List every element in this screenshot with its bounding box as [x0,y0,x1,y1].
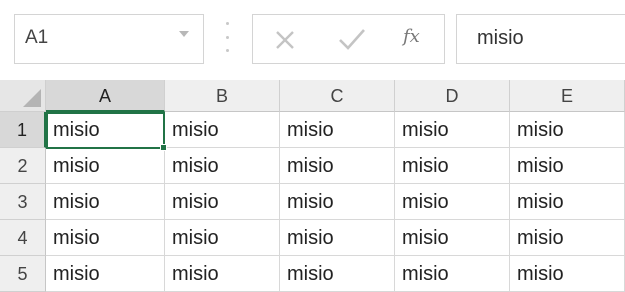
cell-b5[interactable]: misio [165,256,280,292]
cell-c2[interactable]: misio [280,148,395,184]
cell-b4[interactable]: misio [165,220,280,256]
check-icon[interactable] [335,23,369,55]
column-header-d[interactable]: D [395,80,510,112]
formula-buttons: fx [252,14,445,64]
close-icon[interactable] [271,23,299,55]
spreadsheet-grid: A B C D E 1 misio misio misio misio misio 2 misio mis… [0,80,625,292]
row-header-5[interactable]: 5 [0,256,46,292]
formula-bar-splitter[interactable] [225,22,229,52]
select-all-button[interactable] [0,80,46,112]
cell-c5[interactable]: misio [280,256,395,292]
formula-input[interactable]: misio [456,14,625,64]
cell-c1[interactable]: misio [280,112,395,148]
row-header-2[interactable]: 2 [0,148,46,184]
column-header-a[interactable]: A [46,80,165,112]
cell-d1[interactable]: misio [395,112,510,148]
row-header-3[interactable]: 3 [0,184,46,220]
fill-handle[interactable] [160,144,167,151]
cell-c3[interactable]: misio [280,184,395,220]
cell-d2[interactable]: misio [395,148,510,184]
cell-d3[interactable]: misio [395,184,510,220]
cell-c4[interactable]: misio [280,220,395,256]
cell-a2[interactable]: misio [46,148,165,184]
cell-e3[interactable]: misio [510,184,625,220]
formula-bar: A1 fx misio [0,0,625,80]
column-header-c[interactable]: C [280,80,395,112]
cell-e2[interactable]: misio [510,148,625,184]
cell-b1[interactable]: misio [165,112,280,148]
row-header-1[interactable]: 1 [0,112,46,148]
chevron-down-icon[interactable] [179,31,189,37]
row-header-4[interactable]: 4 [0,220,46,256]
name-box-value[interactable]: A1 [25,27,48,49]
name-box[interactable]: A1 [14,14,204,64]
cell-d4[interactable]: misio [395,220,510,256]
cell-e5[interactable]: misio [510,256,625,292]
select-all-icon[interactable] [23,89,41,107]
column-header-b[interactable]: B [165,80,280,112]
insert-function-button[interactable]: fx [403,26,420,47]
cell-b3[interactable]: misio [165,184,280,220]
cell-a3[interactable]: misio [46,184,165,220]
cell-b2[interactable]: misio [165,148,280,184]
cell-e1[interactable]: misio [510,112,625,148]
cell-a5[interactable]: misio [46,256,165,292]
column-header-e[interactable]: E [510,80,625,112]
cell-a4[interactable]: misio [46,220,165,256]
cell-a1[interactable]: misio [46,112,165,148]
cell-e4[interactable]: misio [510,220,625,256]
cell-d5[interactable]: misio [395,256,510,292]
formula-value[interactable]: misio [477,27,524,50]
